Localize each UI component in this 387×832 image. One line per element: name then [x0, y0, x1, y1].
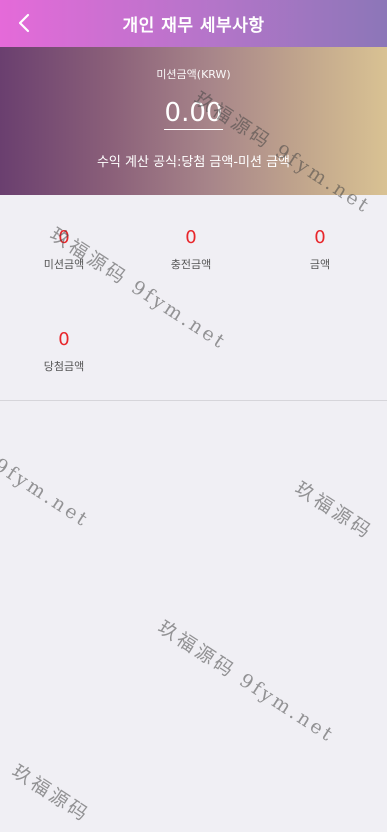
profit-formula: 수익 계산 공식:당첨 금액-미션 금액	[96, 155, 291, 170]
stat-label: 충전금액	[170, 258, 212, 271]
stat-value: 0	[314, 227, 326, 248]
stat-label: 금액	[309, 258, 331, 271]
back-button[interactable]	[8, 6, 40, 40]
watermark: 9fym.net	[0, 454, 94, 532]
page-title: 개인 재무 세부사항	[122, 16, 265, 36]
stat-mission-amount: 0 미션금액	[4, 227, 124, 272]
watermark: 玖福源码	[290, 477, 377, 544]
watermark: 玖福源码	[7, 760, 94, 827]
summary-value: 0.00	[163, 98, 224, 130]
summary-banner: 미션금액(KRW) 0.00 수익 계산 공식:당첨 금액-미션 금액	[0, 47, 387, 195]
stat-amount: 0 금액	[260, 227, 380, 272]
stat-label: 당첨금액	[43, 360, 85, 373]
chevron-left-icon	[18, 13, 30, 33]
stat-value: 0	[58, 227, 70, 248]
stat-value: 0	[185, 227, 197, 248]
stats-grid: 0 미션금액 0 충전금액 0 금액 0 당첨금액	[0, 195, 387, 400]
stat-charge-amount: 0 충전금액	[131, 227, 251, 272]
watermark: 玖福源码 9fym.net	[153, 616, 339, 748]
summary-label: 미션금액(KRW)	[156, 68, 231, 81]
section-divider	[0, 400, 387, 401]
stat-value: 0	[58, 329, 70, 350]
header-bar: 개인 재무 세부사항	[0, 0, 387, 47]
stat-label: 미션금액	[43, 258, 85, 271]
stat-winning-amount: 0 당첨금액	[4, 329, 124, 374]
